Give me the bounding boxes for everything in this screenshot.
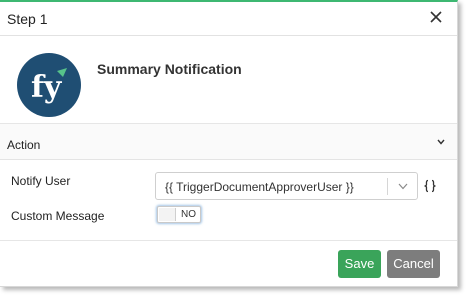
svg-text:fy: fy — [31, 70, 63, 105]
step-heading: Summary Notification — [97, 61, 242, 77]
select-divider — [387, 178, 388, 195]
notify-user-label: Notify User — [11, 174, 71, 188]
action-section-header[interactable]: Action — [0, 124, 457, 160]
section-title: Action — [7, 138, 41, 152]
fy-logo-icon: fy — [31, 68, 67, 105]
dialog-title: Step 1 — [7, 11, 48, 27]
notify-user-value: {{ TriggerDocumentApproverUser }} — [165, 180, 354, 194]
chevron-down-icon[interactable] — [437, 139, 445, 145]
dialog-header: Step 1 — [0, 2, 457, 36]
curly-braces-icon[interactable] — [423, 179, 437, 193]
custom-message-toggle[interactable]: NO — [157, 206, 201, 223]
close-button[interactable] — [429, 10, 443, 24]
step-summary: fy Summary Notification — [0, 36, 457, 124]
save-button[interactable]: Save — [338, 250, 381, 278]
custom-message-label: Custom Message — [11, 209, 105, 223]
footer-divider — [0, 240, 457, 241]
chevron-down-icon[interactable] — [398, 183, 408, 190]
toggle-knob — [159, 208, 176, 221]
toggle-state-text: NO — [181, 209, 196, 220]
cancel-button[interactable]: Cancel — [387, 250, 440, 278]
notify-user-select[interactable]: {{ TriggerDocumentApproverUser }} — [155, 172, 418, 200]
step-dialog: Step 1 fy Summary Notification Action No… — [0, 0, 458, 287]
close-icon — [430, 11, 442, 23]
app-logo: fy — [17, 53, 81, 117]
